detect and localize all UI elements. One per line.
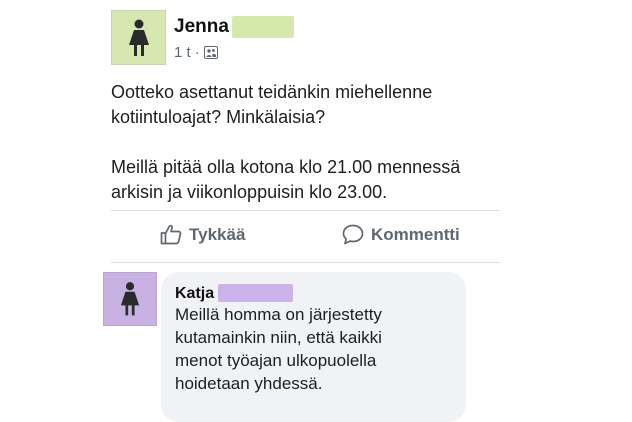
comment-line: menot työajan ulkopuolella: [175, 351, 377, 370]
post-line: kotiintuloajat? Minkälaisia?: [111, 107, 326, 127]
thumbs-up-icon: [160, 224, 182, 245]
friends-icon[interactable]: [203, 46, 218, 59]
post-line: Ootteko asettanut teidänkin miehellenne: [111, 82, 433, 102]
post-body: Ootteko asettanut teidänkin miehellenne …: [111, 80, 491, 205]
post-paragraph: Meillä pitää olla kotona klo 21.00 menne…: [111, 155, 491, 205]
post-author-name[interactable]: Jenna: [174, 16, 229, 38]
post-paragraph: Ootteko asettanut teidänkin miehellenne …: [111, 80, 491, 130]
comment-line: Meillä homma on järjestetty: [175, 305, 382, 324]
comment-text: Meillä homma on järjestetty kutamainkin …: [175, 303, 460, 395]
facebook-post: Jenna 1 t · Ootteko asettanut teidänkin …: [0, 0, 632, 422]
post-meta: 1 t ·: [174, 44, 218, 61]
like-label: Tykkää: [189, 224, 246, 244]
meta-separator: ·: [194, 44, 200, 61]
post-line: arkisin ja viikonloppuisin klo 23.00.: [111, 182, 388, 202]
like-button[interactable]: Tykkää: [160, 224, 245, 245]
comment-button[interactable]: Kommentti: [342, 224, 460, 245]
speech-bubble-icon: [342, 224, 364, 245]
female-figure-icon: [120, 282, 140, 316]
female-figure-icon: [128, 19, 149, 56]
redacted-surname: [232, 16, 294, 38]
divider: [111, 210, 500, 211]
post-line: Meillä pitää olla kotona klo 21.00 menne…: [111, 157, 461, 177]
divider: [111, 262, 500, 263]
comment-line: kutamainkin niin, että kaikki: [175, 328, 382, 347]
comment-author-name[interactable]: Katja: [175, 285, 214, 303]
post-author-avatar[interactable]: [111, 10, 166, 65]
comment-label: Kommentti: [371, 224, 460, 244]
redacted-surname: [218, 284, 293, 302]
comment-author-avatar[interactable]: [103, 272, 157, 326]
post-timestamp[interactable]: 1 t: [174, 44, 191, 61]
comment-line: hoidetaan yhdessä.: [175, 374, 323, 393]
